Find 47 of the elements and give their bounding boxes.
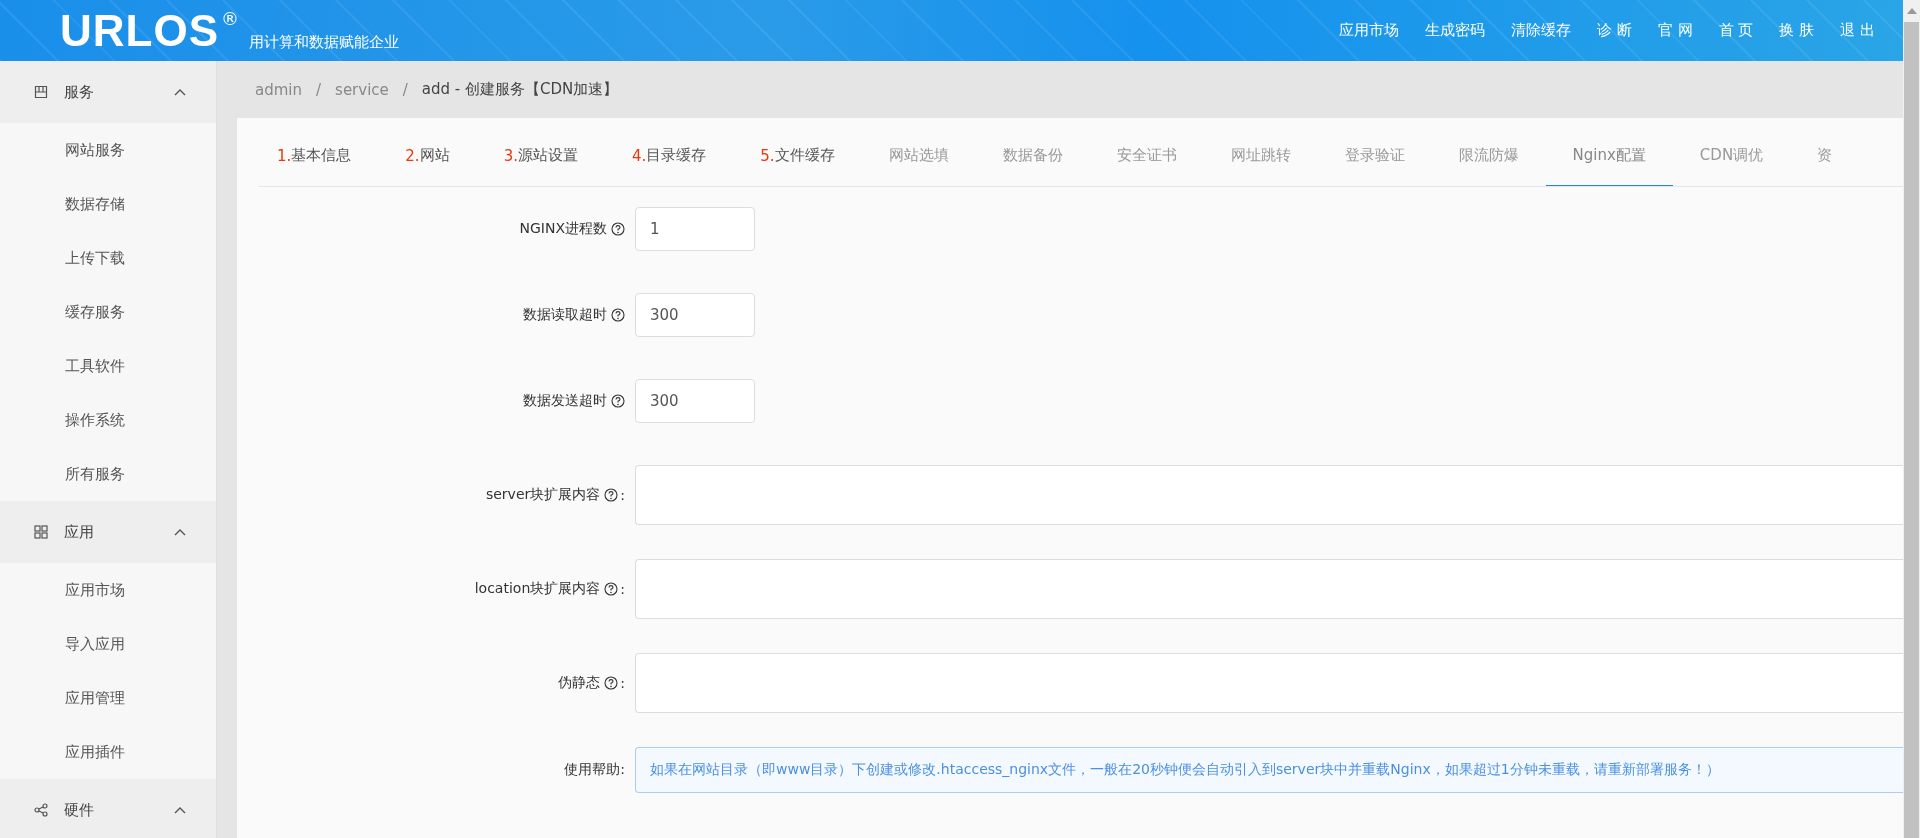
sidebar-group[interactable]: 硬件 — [0, 779, 216, 838]
sidebar-item[interactable]: 上传下载 — [0, 231, 216, 285]
tab[interactable]: 5.文件缓存 — [733, 126, 862, 186]
tab[interactable]: 2.网站 — [378, 126, 477, 186]
label-colon: : — [620, 675, 625, 691]
tab[interactable]: 1.基本信息 — [259, 126, 379, 186]
sidebar-item[interactable]: 网站服务 — [0, 123, 216, 177]
label-colon: : — [620, 581, 625, 597]
registered-mark: ® — [221, 7, 239, 29]
field-label: server块扩展内容 — [485, 486, 601, 504]
field-label: 使用帮助: — [564, 761, 625, 779]
label-colon: : — [620, 487, 625, 503]
tab[interactable]: 4.目录缓存 — [604, 126, 734, 186]
sidebar-item[interactable]: 操作系统 — [0, 393, 216, 447]
sidebar-group[interactable]: 服务 — [0, 61, 216, 123]
input-field[interactable]: 300 — [635, 379, 755, 423]
share-icon — [34, 803, 48, 817]
sidebar-item[interactable]: 导入应用 — [0, 617, 216, 671]
grid-icon — [34, 525, 48, 539]
field-label: location块扩展内容 — [474, 580, 601, 598]
text-area[interactable] — [635, 465, 1903, 525]
field-label: NGINX进程数 — [519, 220, 607, 238]
sidebar-item[interactable]: 工具软件 — [0, 339, 216, 393]
sidebar-item[interactable]: 缓存服务 — [0, 285, 216, 339]
frame-icon — [34, 85, 48, 99]
sidebar-item[interactable]: 应用市场 — [0, 563, 216, 617]
sidebar-item[interactable]: 应用管理 — [0, 671, 216, 725]
field-label: 伪静态 — [558, 674, 601, 692]
sidebar-item[interactable]: 数据存储 — [0, 177, 216, 231]
breadcrumb-separator: / — [316, 80, 322, 99]
scroll-up-icon[interactable] — [1906, 8, 1917, 14]
sidebar-group[interactable]: 应用 — [0, 501, 216, 563]
field-label: 数据发送超时 — [523, 392, 607, 410]
tab[interactable]: Nginx配置 — [1545, 126, 1673, 186]
text-area[interactable] — [635, 559, 1903, 619]
input-field[interactable]: 1 — [635, 207, 755, 251]
tagline: 用计算和数据赋能企业 — [249, 32, 399, 52]
field-label: 数据读取超时 — [523, 306, 607, 324]
input-field[interactable]: 300 — [635, 293, 755, 337]
text-area[interactable] — [635, 653, 1903, 713]
breadcrumb-separator: / — [402, 80, 408, 99]
logo-text: URLOS — [60, 7, 219, 54]
sidebar-item[interactable]: 应用插件 — [0, 725, 216, 779]
help-note: 如果在网站目录（即www目录）下创建或修改.htaccess_nginx文件，一般在20秒钟便会自动引入到server块中并重载Nginx，如果超过1分钟未重载，请重新部署服务！） — [635, 747, 1903, 793]
tab[interactable]: 3.源站设置 — [476, 126, 605, 186]
breadcrumb-item: add - 创建服务【CDN加速】 — [421, 80, 619, 99]
sidebar-item[interactable]: 所有服务 — [0, 447, 216, 501]
